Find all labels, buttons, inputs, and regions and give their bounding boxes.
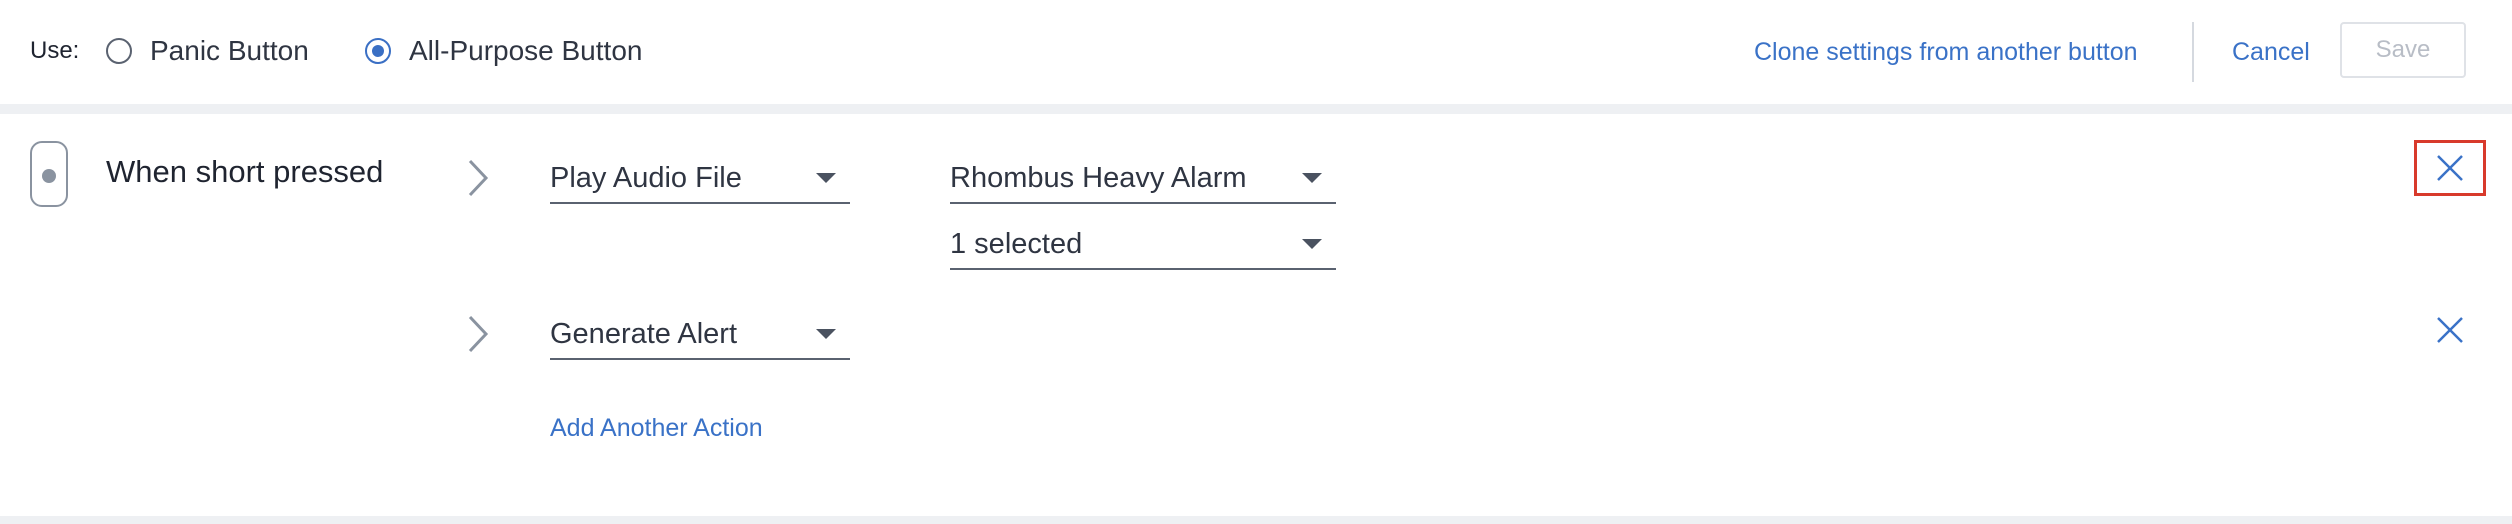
target-selection-dropdown[interactable]: 1 selected [950, 220, 1336, 270]
remove-action-button-1[interactable] [2414, 140, 2486, 196]
radio-all-purpose-button[interactable]: All-Purpose Button [365, 30, 642, 72]
use-label: Use: [30, 37, 80, 64]
caret-down-icon [1302, 239, 1322, 249]
target-selection-value: 1 selected [950, 227, 1083, 260]
trigger-label: When short pressed [106, 154, 384, 189]
radio-panic-button[interactable]: Panic Button [106, 30, 309, 72]
radio-selected-icon[interactable] [365, 38, 391, 64]
caret-down-icon [816, 173, 836, 183]
chevron-right-icon[interactable] [466, 158, 490, 198]
action-rule-panel: When short pressed Play Audio File Rhomb… [0, 114, 2512, 516]
radio-label-all-purpose-button: All-Purpose Button [409, 35, 643, 66]
cancel-button[interactable]: Cancel [2232, 38, 2310, 67]
clone-settings-link[interactable]: Clone settings from another button [1754, 38, 2138, 67]
audio-file-dropdown[interactable]: Rhombus Heavy Alarm [950, 154, 1336, 204]
remove-action-button-2[interactable] [2430, 310, 2470, 350]
close-icon [2437, 155, 2463, 181]
action-type-value: Play Audio File [550, 161, 742, 194]
radio-label-panic-button: Panic Button [150, 35, 309, 66]
audio-file-value: Rhombus Heavy Alarm [950, 161, 1247, 194]
caret-down-icon [1302, 173, 1322, 183]
chevron-right-icon[interactable] [466, 314, 490, 354]
radio-circle-icon[interactable] [106, 38, 132, 64]
add-another-action-link[interactable]: Add Another Action [550, 414, 763, 443]
action-type-dropdown-2[interactable]: Generate Alert [550, 310, 850, 360]
button-device-icon [30, 141, 68, 207]
action-type-dropdown-1[interactable]: Play Audio File [550, 154, 850, 204]
save-button[interactable]: Save [2340, 22, 2466, 78]
header-divider [2192, 22, 2194, 82]
button-settings-header: Use: Panic Button All-Purpose Button Clo… [0, 0, 2512, 104]
caret-down-icon [816, 329, 836, 339]
close-icon [2437, 317, 2463, 343]
button-device-dot [42, 169, 56, 183]
action-type-value: Generate Alert [550, 317, 737, 350]
